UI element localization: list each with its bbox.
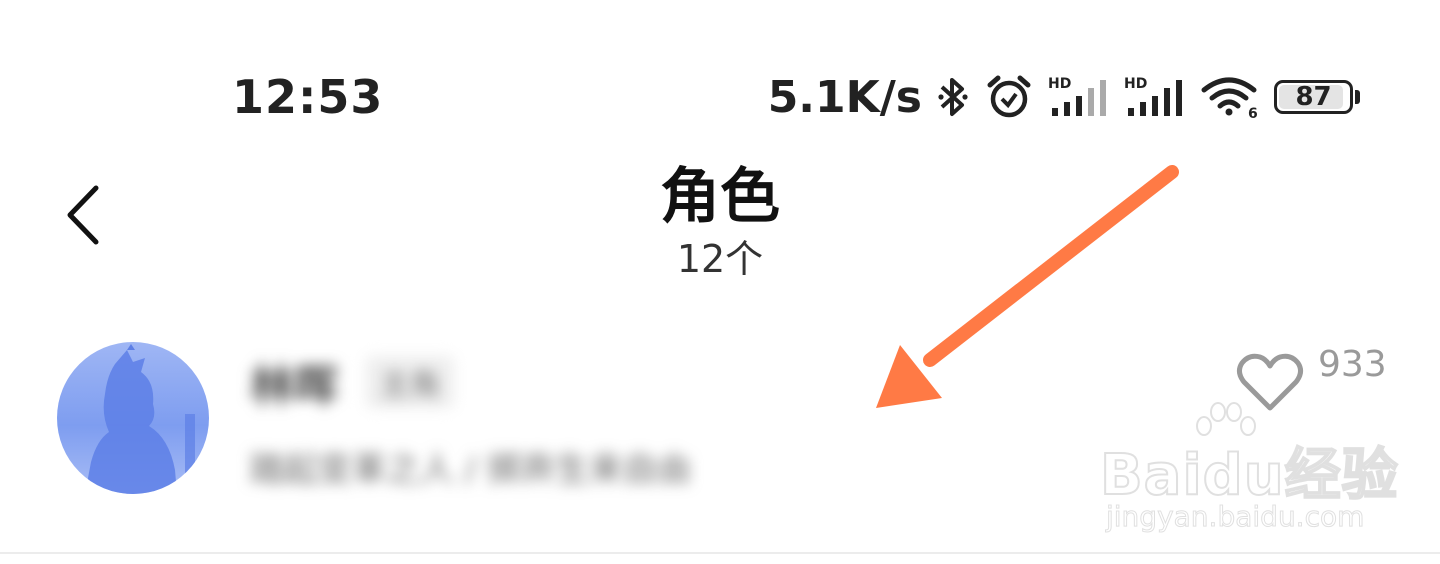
signal-hd-icon: HD <box>1124 74 1186 120</box>
alarm-icon <box>984 74 1034 120</box>
page-title: 角色 <box>660 162 780 232</box>
battery-icon: 87 <box>1274 77 1360 117</box>
svg-text:HD: HD <box>1048 76 1071 92</box>
avatar <box>57 342 209 494</box>
character-name: 林晖 <box>250 361 338 412</box>
bluetooth-icon <box>936 74 970 120</box>
wifi-6-icon: 6 <box>1200 74 1260 120</box>
page-subtitle: 12个 <box>676 237 764 281</box>
svg-text:6: 6 <box>1248 106 1258 120</box>
character-silhouette-icon <box>85 344 195 494</box>
like-count: 933 <box>1318 344 1387 385</box>
svg-text:HD: HD <box>1124 76 1147 92</box>
character-tag: 主角 <box>366 356 454 408</box>
divider <box>0 552 1440 554</box>
status-time: 12:53 <box>232 70 384 124</box>
network-speed: 5.1K/s <box>767 71 922 123</box>
character-description: 踏起变革之人 / 掷弃生来自由 <box>250 450 692 490</box>
character-name-blurred: 林晖 主角 <box>250 350 454 414</box>
watermark-url: jingyan.baidu.com <box>1105 500 1365 534</box>
watermark-brand: Baidu经验 <box>1099 442 1399 509</box>
watermark: Baidu经验 jingyan.baidu.com <box>1099 400 1399 540</box>
status-icons: 5.1K/s HD HD 6 87 <box>768 68 1360 126</box>
battery-level: 87 <box>1295 82 1332 112</box>
signal-hd-icon: HD <box>1048 74 1110 120</box>
